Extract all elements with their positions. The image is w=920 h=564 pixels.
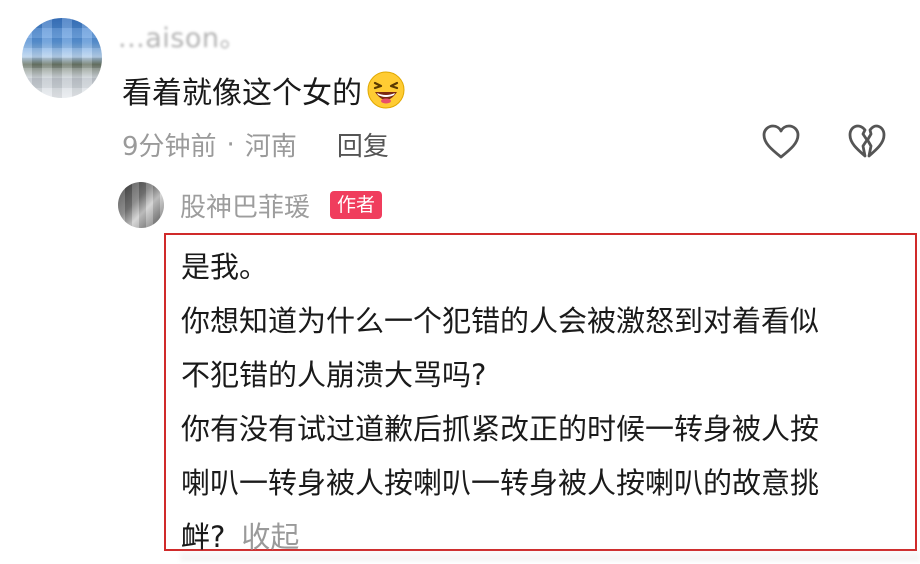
comment-location: 河南 [244,132,297,162]
laughing-emoji-icon [367,71,405,109]
author-badge: 作者 [330,191,383,219]
next-comment-preview [180,548,920,561]
reply-line: 不犯错的人崩溃大骂吗? [181,358,487,392]
commenter-username[interactable]: ...aison。 [118,16,247,55]
comment-time: 9分钟前 [122,132,217,162]
reply-line: 你想知道为什么一个犯错的人会被激怒到对着看似 [181,304,820,338]
reply-body: 是我。 你想知道为什么一个犯错的人会被激怒到对着看似 不犯错的人崩溃大骂吗? 你… [181,240,901,564]
heart-outline-icon[interactable] [762,124,800,160]
author-username[interactable]: 股神巴菲瑗 [180,187,310,224]
reply-button[interactable]: 回复 [337,126,389,163]
comment-body: 看着就像这个女的 [122,76,362,111]
broken-heart-outline-icon[interactable] [848,124,886,160]
reply-line: 是我。 [181,250,269,284]
author-avatar[interactable] [118,182,164,228]
comment-meta: 9分钟前 · 河南 回复 [122,126,389,163]
avatar[interactable] [22,18,102,98]
meta-separator: · [226,129,235,160]
reply-line: 喇叭一转身被人按喇叭一转身被人按喇叭的故意挑 [181,466,820,500]
comment-text: 看着就像这个女的 [122,68,406,112]
reply-line: 你有没有试过道歉后抓紧改正的时候一转身被人按 [181,412,820,446]
